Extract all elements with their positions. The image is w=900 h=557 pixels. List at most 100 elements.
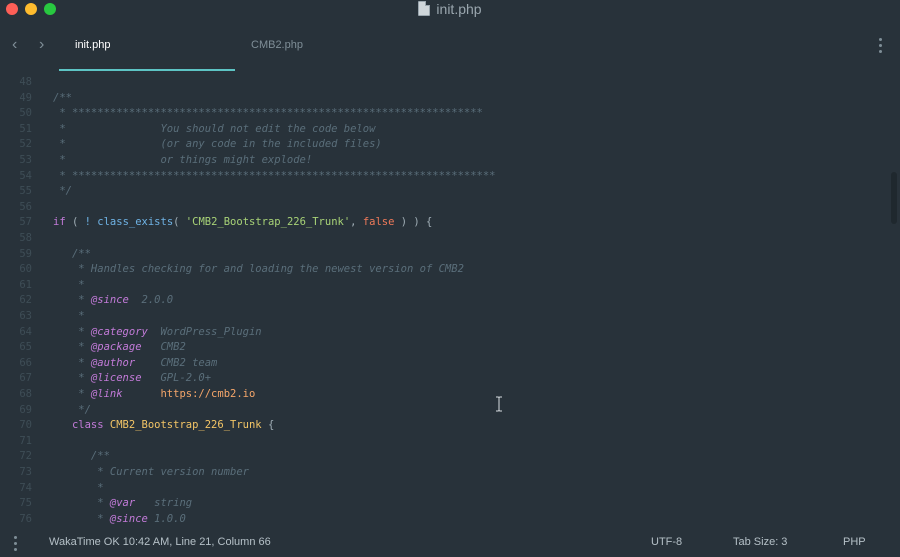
code-line[interactable]: 57 if ( ! class_exists( 'CMB2_Bootstrap_2… xyxy=(0,215,432,231)
code-token: https://cmb2.io xyxy=(160,388,256,400)
forward-chevron-icon[interactable]: › xyxy=(39,37,44,53)
code-line[interactable]: 54 * ***********************************… xyxy=(0,169,496,185)
code-token: @author xyxy=(90,356,136,369)
line-number: 70 xyxy=(19,419,32,432)
status-menu-icon[interactable] xyxy=(14,536,17,554)
code-token: CMB2 team xyxy=(135,356,218,369)
line-number: 74 xyxy=(19,481,32,494)
wakatime-status[interactable]: WakaTime OK 10:42 AM, Line 21, Column 66 xyxy=(49,536,271,548)
code-line[interactable]: 52 * (or any code in the included files) xyxy=(0,137,382,153)
code-line[interactable]: 72 /** xyxy=(0,449,110,465)
code-token: @since xyxy=(109,512,148,525)
code-line[interactable]: 51 * You should not edit the code below xyxy=(0,122,375,138)
code-line[interactable]: 69 */ xyxy=(0,403,91,419)
code-token: * xyxy=(53,512,110,525)
code-line[interactable]: 74 * xyxy=(0,481,104,497)
title-bar: init.php xyxy=(0,0,900,22)
code-line[interactable]: 55 */ xyxy=(0,184,72,200)
line-number: 48 xyxy=(19,76,32,88)
line-number: 60 xyxy=(19,263,32,276)
code-line[interactable]: 56 xyxy=(0,200,53,216)
text-cursor-icon xyxy=(496,396,502,412)
code-line[interactable]: 76 * @since 1.0.0 xyxy=(0,512,185,528)
code-token: * xyxy=(53,310,85,322)
code-token: GPL-2.0+ xyxy=(141,372,212,385)
code-token: * xyxy=(53,481,104,494)
code-token: { xyxy=(261,419,275,432)
code-token: * xyxy=(53,294,91,307)
code-line[interactable]: 61 * xyxy=(0,278,84,294)
tab-init-php[interactable]: init.php xyxy=(75,39,110,51)
code-line[interactable]: 67 * @license GPL-2.0+ xyxy=(0,371,211,387)
code-token: ) ) { xyxy=(394,216,433,229)
code-line[interactable]: 62 * @since 2.0.0 xyxy=(0,293,173,309)
code-token: */ xyxy=(53,403,91,416)
code-token: /** xyxy=(53,247,91,260)
code-token: * xyxy=(53,325,91,338)
code-token: @since xyxy=(90,294,129,307)
code-line[interactable]: 49 /** xyxy=(0,91,72,107)
code-token: @category xyxy=(90,325,148,338)
line-number: 58 xyxy=(19,232,32,244)
code-token: * xyxy=(53,356,91,369)
code-line[interactable]: 53 * or things might explode! xyxy=(0,153,312,169)
line-number: 51 xyxy=(19,122,32,135)
scrollbar-thumb[interactable] xyxy=(891,172,897,224)
code-line[interactable]: 65 * @package CMB2 xyxy=(0,340,186,356)
code-token: ( xyxy=(173,216,186,229)
code-token: * **************************************… xyxy=(53,107,483,120)
line-number: 66 xyxy=(19,356,32,369)
php-file-icon xyxy=(418,1,431,16)
code-token: false xyxy=(362,216,395,229)
active-tab-indicator xyxy=(59,69,235,71)
code-token: /** xyxy=(53,91,72,104)
language-indicator[interactable]: PHP xyxy=(843,536,866,548)
code-line[interactable]: 60 * Handles checking for and loading th… xyxy=(0,262,464,278)
line-number: 49 xyxy=(19,91,32,104)
code-token: * xyxy=(53,372,91,385)
code-token: @var xyxy=(109,497,136,510)
line-number: 63 xyxy=(19,310,32,322)
line-number: 73 xyxy=(19,466,32,478)
code-line[interactable]: 68 * @link https://cmb2.io xyxy=(0,387,255,403)
line-number: 56 xyxy=(19,200,32,213)
code-token: CMB2 xyxy=(141,341,186,354)
code-token: class xyxy=(53,419,104,432)
code-token: CMB2_Bootstrap_226_Trunk xyxy=(109,419,262,432)
code-token: ( xyxy=(65,216,85,229)
code-token: * xyxy=(53,341,91,354)
code-line[interactable]: 71 xyxy=(0,434,53,450)
code-token: * xyxy=(53,497,110,510)
line-number: 59 xyxy=(19,247,32,260)
code-line[interactable]: 48 xyxy=(0,75,53,91)
code-line[interactable]: 66 * @author CMB2 team xyxy=(0,356,217,372)
more-options-icon[interactable] xyxy=(879,38,883,56)
line-number: 75 xyxy=(19,497,32,510)
line-number: 61 xyxy=(19,278,32,291)
line-number: 52 xyxy=(19,138,32,151)
line-number: 72 xyxy=(19,450,32,463)
code-token: * Handles checking for and loading the n… xyxy=(53,263,464,276)
code-token: * (or any code in the included files) xyxy=(53,138,382,151)
code-line[interactable]: 73 * Current version number xyxy=(0,465,249,481)
line-number: 69 xyxy=(19,403,32,416)
line-number: 54 xyxy=(19,169,32,182)
code-line[interactable]: 63 * xyxy=(0,309,85,325)
code-line[interactable]: 75 * @var string xyxy=(0,496,192,512)
tab-size-indicator[interactable]: Tab Size: 3 xyxy=(733,536,787,548)
tab-bar: ‹ › init.php CMB2.php xyxy=(0,22,900,72)
tab-cmb2-php[interactable]: CMB2.php xyxy=(251,39,303,51)
code-line[interactable]: 59 /** xyxy=(0,247,91,263)
code-line[interactable]: 70 class CMB2_Bootstrap_226_Trunk { xyxy=(0,418,274,434)
line-number: 50 xyxy=(19,107,32,120)
window-title: init.php xyxy=(0,1,900,17)
code-line[interactable]: 58 xyxy=(0,231,53,247)
line-number: 76 xyxy=(19,512,32,525)
code-line[interactable]: 64 * @category WordPress_Plugin xyxy=(0,325,261,341)
back-chevron-icon[interactable]: ‹ xyxy=(12,37,17,53)
line-number: 57 xyxy=(19,216,32,229)
code-editor[interactable]: 48 49 /** 50 * ****************************… xyxy=(0,72,900,528)
code-token: * **************************************… xyxy=(53,169,496,182)
code-line[interactable]: 50 * ***********************************… xyxy=(0,106,483,122)
encoding-indicator[interactable]: UTF-8 xyxy=(651,536,682,548)
